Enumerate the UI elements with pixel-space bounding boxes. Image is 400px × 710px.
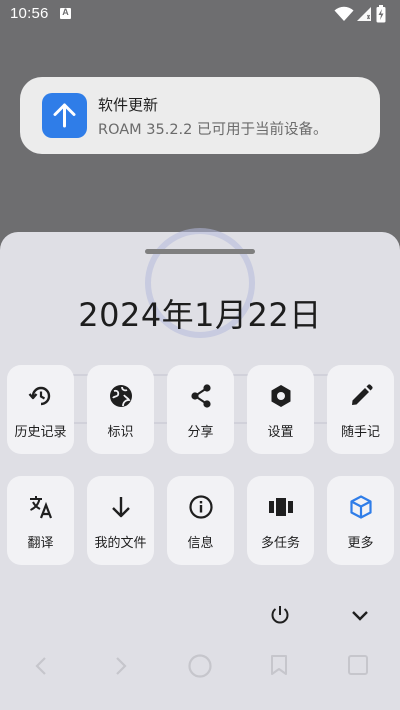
notes-button[interactable]: 随手记 (327, 365, 394, 454)
share-button[interactable]: 分享 (167, 365, 234, 454)
status-icons (334, 5, 394, 23)
update-notification[interactable]: 软件更新 ROAM 35.2.2 已可用于当前设备。 (20, 77, 380, 154)
tile-label: 历史记录 (14, 425, 67, 440)
notification-title: 软件更新 (98, 96, 159, 114)
multitask-icon (268, 498, 293, 516)
quick-actions-sheet: 2024年1月22日 历史记录 标识 分享 设置 随手记 翻译 我的文件 信息 … (0, 228, 400, 710)
download-arrow-icon (111, 497, 130, 518)
identity-button[interactable]: 标识 (87, 365, 154, 454)
notification-body: ROAM 35.2.2 已可用于当前设备。 (98, 122, 328, 138)
wifi-icon (334, 6, 354, 21)
settings-button[interactable]: 设置 (247, 365, 314, 454)
home-icon[interactable] (187, 653, 213, 679)
status-bar: 10:56 A (0, 0, 400, 28)
tile-label: 设置 (267, 425, 294, 440)
globe-icon (109, 385, 132, 407)
browser-nav-bar (0, 648, 400, 688)
back-icon[interactable] (34, 656, 48, 676)
translate-icon (29, 496, 52, 519)
a-icon: A (60, 7, 71, 19)
more-button[interactable]: 更多 (327, 476, 394, 565)
translate-button[interactable]: 翻译 (7, 476, 74, 565)
share-icon (190, 384, 211, 408)
tile-label: 分享 (187, 425, 214, 440)
info-button[interactable]: 信息 (167, 476, 234, 565)
tile-label: 多任务 (260, 536, 300, 551)
pencil-icon (351, 384, 373, 405)
drag-handle[interactable] (145, 249, 255, 254)
tile-label: 翻译 (27, 536, 54, 551)
cube-icon (349, 495, 372, 519)
arrow-up-icon (42, 93, 87, 138)
tile-label: 更多 (347, 536, 374, 551)
info-icon (188, 495, 213, 519)
tile-label: 我的文件 (94, 536, 147, 551)
history-icon (28, 386, 50, 406)
battery-charging-icon (376, 5, 386, 23)
date-label: 2024年1月22日 (78, 296, 322, 334)
forward-icon[interactable] (114, 656, 128, 676)
tile-label: 随手记 (340, 425, 380, 440)
tabs-icon[interactable] (347, 654, 369, 676)
settings-hexagon-icon (271, 385, 290, 407)
signal-icon (357, 7, 371, 21)
tile-label: 信息 (187, 536, 214, 551)
multitask-button[interactable]: 多任务 (247, 476, 314, 565)
tile-label: 标识 (107, 425, 134, 440)
history-button[interactable]: 历史记录 (7, 365, 74, 454)
status-time: 10:56 (10, 5, 49, 22)
my-files-button[interactable]: 我的文件 (87, 476, 154, 565)
power-icon[interactable] (269, 604, 291, 626)
chevron-down-icon[interactable] (349, 604, 371, 626)
bookmark-icon[interactable] (270, 654, 288, 676)
